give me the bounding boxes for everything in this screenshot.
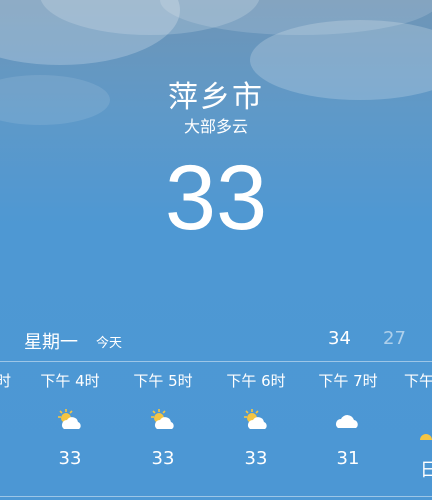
hour-time: 下午 5时 xyxy=(133,372,193,390)
hourly-item: 下午 5时 33 xyxy=(123,370,203,469)
partly-sunny-icon xyxy=(58,409,81,429)
weather-condition: 大部多云 xyxy=(183,117,248,136)
hourly-partial-right-time: 下午 xyxy=(404,372,432,390)
today-label: 今天 xyxy=(96,336,123,351)
hour-temperature: 33 xyxy=(58,448,82,469)
hourly-item: 下午 7时 31 xyxy=(308,370,388,469)
hourly-partial-right-temp: 日 xyxy=(420,460,432,481)
divider-bottom xyxy=(0,496,432,497)
partly-sunny-icon xyxy=(151,409,174,429)
sunset-icon xyxy=(420,434,432,440)
hourly-partial-left: 时 xyxy=(0,372,12,390)
partly-sunny-icon xyxy=(244,409,267,429)
current-temperature: 33 xyxy=(164,147,268,249)
today-summary-row: 星期一 今天 34 27 xyxy=(0,326,432,354)
hour-time: 下午 4时 xyxy=(40,372,100,390)
divider-top xyxy=(0,361,432,362)
cloud-icon xyxy=(336,415,358,428)
hour-temperature: 31 xyxy=(336,448,360,469)
low-temperature: 27 xyxy=(383,328,406,349)
hourly-item: 下午 6时 33 xyxy=(216,370,296,469)
high-temperature: 34 xyxy=(328,328,351,349)
hourly-item: 下午 4时 33 xyxy=(30,370,110,469)
hour-temperature: 33 xyxy=(244,448,268,469)
hour-time: 下午 7时 xyxy=(318,372,378,390)
weekday-label: 星期一 xyxy=(24,332,78,353)
hour-temperature: 33 xyxy=(151,448,175,469)
hour-time: 下午 6时 xyxy=(226,372,286,390)
city-name: 萍乡市 xyxy=(168,80,264,115)
